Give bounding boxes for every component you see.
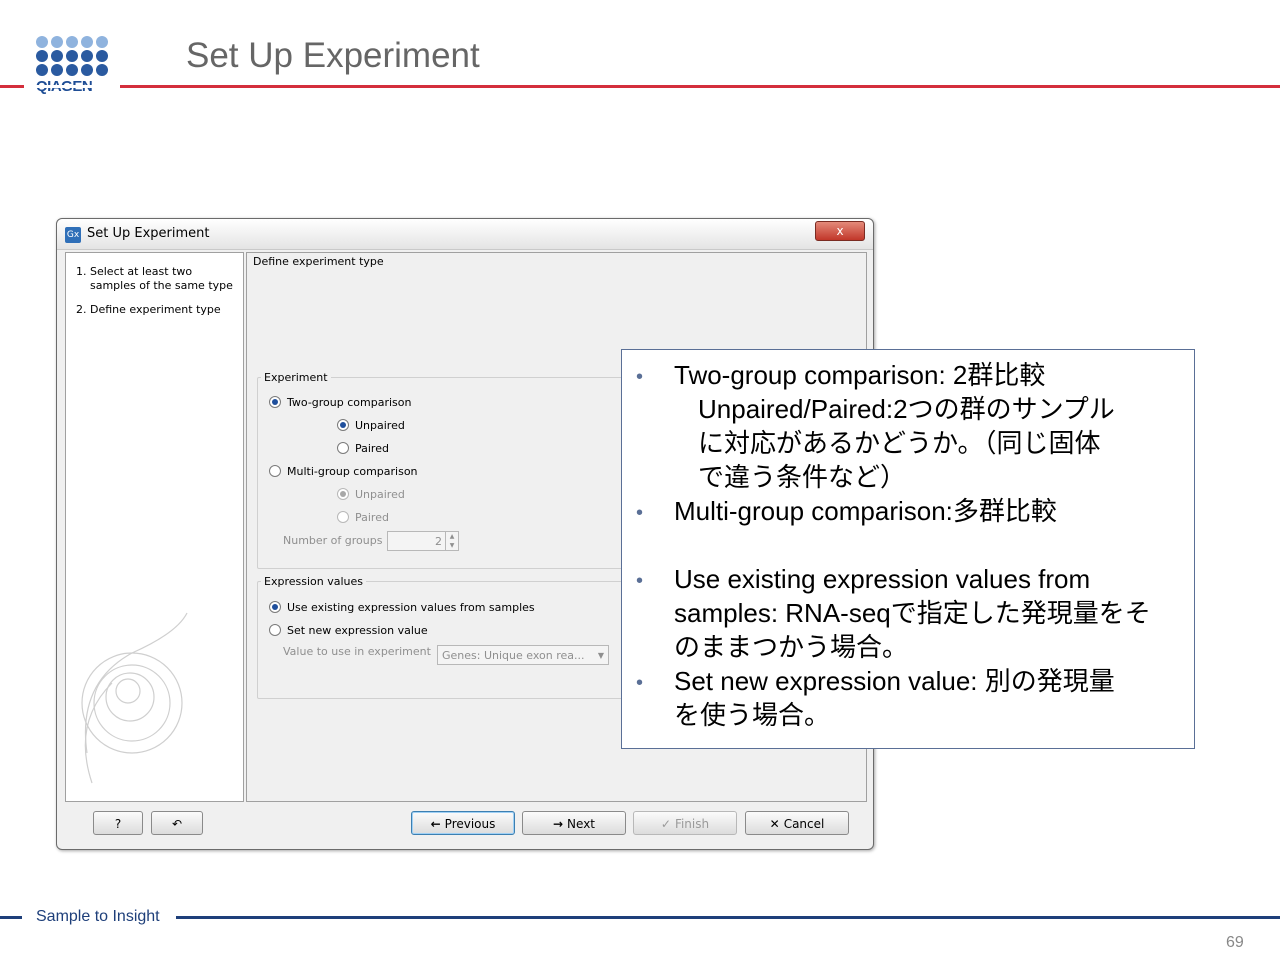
next-button[interactable]: → Next — [522, 811, 626, 835]
logo-dots — [36, 36, 110, 76]
header-rule — [0, 85, 1280, 88]
stepper-arrows-icon: ▲ ▼ — [445, 532, 458, 550]
reset-button[interactable]: ↶ — [151, 811, 203, 835]
radio-indicator[interactable] — [337, 442, 349, 454]
value-to-use-select: Genes: Unique exon rea... ▼ — [437, 645, 609, 665]
wizard-steps-pane: 1. Select at least two samples of the sam… — [65, 252, 244, 802]
decorative-swirl — [81, 612, 188, 784]
dialog-titlebar[interactable]: Gx Set Up Experiment x — [57, 219, 873, 250]
callout-line: を使う場合。 — [674, 700, 831, 730]
radio-indicator — [337, 511, 349, 523]
bullet-icon: • — [636, 570, 644, 592]
callout-line: samples: RNA-seqで指定した発現量をそ — [674, 598, 1151, 628]
radio-use-existing[interactable]: Use existing expression values from samp… — [269, 601, 535, 614]
footer-tagline: Sample to Insight — [36, 908, 160, 925]
callout-line: に対応があるかどうか。（同じ固体 — [698, 428, 1101, 458]
arrow-left-icon: ← — [430, 817, 441, 831]
radio-set-new[interactable]: Set new expression value — [269, 624, 428, 637]
annotation-callout: • Two-group comparison: 2群比較 Unpaired/Pa… — [621, 349, 1195, 749]
callout-line: のままつかう場合。 — [674, 632, 909, 662]
radio-indicator[interactable] — [269, 624, 281, 636]
radio-indicator[interactable] — [269, 601, 281, 613]
experiment-group-label: Experiment — [261, 371, 331, 384]
radio-multi-group[interactable]: Multi-group comparison — [269, 465, 418, 478]
expression-group-label: Expression values — [261, 575, 366, 588]
callout-line: で違う条件など） — [698, 462, 907, 492]
radio-indicator[interactable] — [269, 465, 281, 477]
bullet-icon: • — [636, 366, 644, 388]
app-icon: Gx — [65, 227, 81, 243]
wizard-step-2: 2. Define experiment type — [76, 303, 221, 316]
value-to-use-label: Value to use in experiment — [283, 645, 431, 658]
chevron-down-icon: ▼ — [597, 651, 604, 660]
callout-line: Unpaired/Paired:2つの群のサンプル — [698, 394, 1115, 424]
bullet-icon: • — [636, 502, 644, 524]
callout-line: Set new expression value: 別の発現量 — [674, 666, 1115, 696]
radio-indicator[interactable] — [269, 396, 281, 408]
close-button[interactable]: x — [815, 221, 865, 241]
callout-line: Use existing expression values from — [674, 564, 1091, 594]
radio-indicator — [337, 488, 349, 500]
radio-paired[interactable]: Paired — [337, 442, 389, 455]
undo-icon: ↶ — [171, 817, 183, 831]
arrow-right-icon: → — [552, 817, 564, 831]
number-of-groups-label: Number of groups — [283, 534, 383, 547]
radio-unpaired[interactable]: Unpaired — [337, 419, 405, 432]
bullet-icon: • — [636, 672, 644, 694]
check-icon: ✓ — [660, 817, 671, 831]
number-of-groups-stepper: 2 ▲ ▼ — [387, 531, 459, 551]
pane-heading: Define experiment type — [253, 255, 384, 268]
radio-multi-unpaired: Unpaired — [337, 488, 405, 501]
callout-line: Multi-group comparison:多群比較 — [674, 496, 1057, 526]
radio-two-group[interactable]: Two-group comparison — [269, 396, 411, 409]
close-icon: ✕ — [769, 817, 780, 831]
help-button[interactable]: ? — [93, 811, 143, 835]
cancel-button[interactable]: ✕ Cancel — [745, 811, 849, 835]
dialog-title: Set Up Experiment — [87, 226, 210, 241]
radio-indicator[interactable] — [337, 419, 349, 431]
previous-button[interactable]: ← Previous — [411, 811, 515, 835]
page-number: 69 — [1226, 934, 1244, 951]
callout-line: Two-group comparison: 2群比較 — [674, 360, 1046, 390]
footer-rule — [0, 916, 1280, 919]
wizard-step-1: 1. Select at least two samples of the sam… — [76, 265, 233, 292]
radio-multi-paired: Paired — [337, 511, 389, 524]
finish-button: ✓ Finish — [633, 811, 737, 835]
slide-title: Set Up Experiment — [186, 36, 480, 75]
